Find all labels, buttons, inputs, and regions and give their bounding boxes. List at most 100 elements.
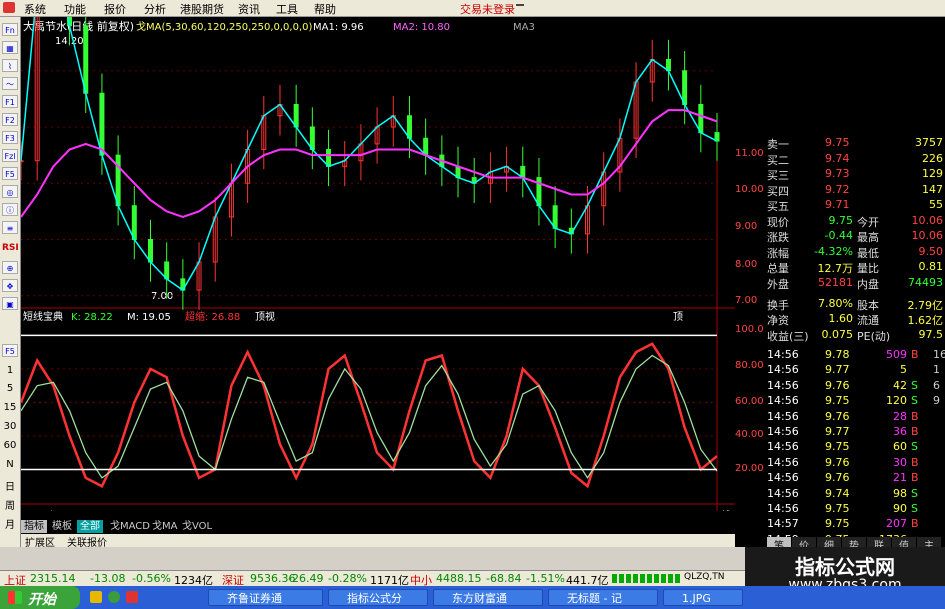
menu-item-hk-futures[interactable]: 港股期货 xyxy=(180,1,224,17)
status-label: 顶视 xyxy=(255,310,275,323)
quick-launch-icon[interactable] xyxy=(108,591,120,603)
toolbar-button[interactable]: Fn xyxy=(2,23,18,36)
stat-value: 9.50 xyxy=(918,244,944,258)
menu-item-help[interactable]: 帮助 xyxy=(314,1,336,17)
trade-row: 14:56 9.76 21 B xyxy=(767,470,945,486)
menu-item-system[interactable]: 系统 xyxy=(24,1,46,17)
period-60[interactable]: 60 xyxy=(2,440,18,451)
task-qilu[interactable]: 齐鲁证券通 xyxy=(208,589,323,606)
trade-volume: 28 xyxy=(893,409,907,423)
toolbar-button[interactable]: ⓘ xyxy=(2,203,18,216)
tab-template[interactable]: 模板 xyxy=(49,520,75,533)
tab-vol[interactable]: 戈VOL xyxy=(179,520,215,533)
y-tick: 7.00 xyxy=(735,295,757,306)
period-5[interactable]: 5 xyxy=(2,383,18,394)
stat-value: 10.06 xyxy=(911,229,944,243)
tab-indicator[interactable]: 指标 xyxy=(21,520,47,533)
trade-row: 14:56 9.75 120 S 9 xyxy=(767,393,945,409)
task-notepad[interactable]: 无标题 - 记 xyxy=(548,589,658,606)
minimize-icon[interactable] xyxy=(516,4,524,6)
toolbar-button[interactable]: F1 xyxy=(2,95,18,108)
toolbar-button[interactable]: ◎ xyxy=(2,185,18,198)
box-icon: ▣ xyxy=(6,300,14,309)
trade-price: 9.75 xyxy=(825,394,850,408)
trade-row: 14:56 9.75 90 S xyxy=(767,501,945,517)
tab-ma[interactable]: 戈MA xyxy=(149,520,180,533)
y-tick: 60.00 xyxy=(735,396,764,407)
toolbar-button[interactable]: F5 xyxy=(2,344,18,357)
period-month[interactable]: 月 xyxy=(2,516,18,531)
list-icon: ≡ xyxy=(6,224,14,233)
menu-item-tools[interactable]: 工具 xyxy=(276,1,298,17)
toolbar-button[interactable]: F3 xyxy=(2,131,18,144)
arrows-icon: ✥ xyxy=(6,282,14,291)
quote-panel: 11.00 10.00 9.00 8.00 7.00 100.0 80.00 6… xyxy=(735,17,945,552)
sz-index-change: -26.49 xyxy=(288,572,324,585)
toolbar-button[interactable]: F2 xyxy=(2,113,18,126)
candle-body xyxy=(406,115,412,139)
login-status[interactable]: 交易未登录 xyxy=(460,1,515,17)
toolbar-button[interactable]: ≡ xyxy=(2,221,18,234)
toolbar-button[interactable]: ⊕ xyxy=(2,261,18,274)
menu-item-analysis[interactable]: 分析 xyxy=(144,1,166,17)
order-price: 9.72 xyxy=(825,182,850,196)
period-n[interactable]: N xyxy=(2,459,18,470)
stat-row: 涨跌 -0.44 最高 10.06 xyxy=(767,228,945,244)
period-day[interactable]: 日 xyxy=(2,478,18,493)
period-15[interactable]: 15 xyxy=(2,402,18,413)
trade-row: 14:56 9.76 30 B xyxy=(767,455,945,471)
order-price: 9.74 xyxy=(825,151,850,165)
trade-price: 9.76 xyxy=(825,378,850,392)
tab-all[interactable]: 全部 xyxy=(77,520,103,533)
trade-direction: S xyxy=(911,378,918,392)
task-formula[interactable]: 指标公式分 xyxy=(328,589,428,606)
info-icon: ⓘ xyxy=(6,206,14,215)
toolbar-button[interactable]: ⌇ xyxy=(2,59,18,72)
extension-tabs: 扩展区 关联报价 xyxy=(21,534,735,549)
toolbar-button[interactable]: ✥ xyxy=(2,279,18,292)
trade-direction: S xyxy=(911,502,918,515)
quick-launch-icon[interactable] xyxy=(90,591,102,603)
trade-row: 14:57 9.75 207 B xyxy=(767,516,945,532)
empty-area xyxy=(0,547,745,570)
chart-area[interactable]: 大禹节水(日线 前复权) 戈MA(5,30,60,120,250,250,0,0… xyxy=(21,17,735,511)
trade-volume: 98 xyxy=(893,486,907,500)
line-icon: 〜 xyxy=(6,80,14,89)
zx-index-change: -68.84 xyxy=(486,572,522,585)
order-volume: 147 xyxy=(922,182,943,196)
tab-macd[interactable]: 戈MACD xyxy=(107,520,153,533)
trade-volume: 60 xyxy=(893,440,907,454)
toolbar-button[interactable]: ▣ xyxy=(2,297,18,310)
menu-item-quote[interactable]: 报价 xyxy=(104,1,126,17)
trade-row: 14:56 9.76 28 B xyxy=(767,409,945,425)
menu-item-news[interactable]: 资讯 xyxy=(238,1,260,17)
server-code: QLZQ,TN xyxy=(684,572,725,582)
toolbar-button[interactable]: ▦ xyxy=(2,41,18,54)
chart-icon: ⌇ xyxy=(8,62,12,71)
stat-value: 97.5 xyxy=(918,327,944,341)
trade-volume: 90 xyxy=(893,502,907,515)
y-tick: 9.00 xyxy=(735,221,757,232)
task-eastmoney[interactable]: 东方财富通 xyxy=(433,589,543,606)
toolbar-button[interactable]: F5 xyxy=(2,167,18,180)
trade-volume: 42 xyxy=(893,378,907,392)
chart-canvas[interactable]: 大禹节水(日线 前复权) 戈MA(5,30,60,120,250,250,0,0… xyxy=(21,17,735,511)
quick-launch-icon[interactable] xyxy=(126,591,138,603)
task-image[interactable]: 1.JPG xyxy=(663,589,743,606)
toolbar-label-rsi[interactable]: RSI xyxy=(2,243,19,253)
trade-direction: B xyxy=(911,471,919,485)
trade-price: 9.75 xyxy=(825,502,850,515)
toolbar-button[interactable]: 〜 xyxy=(2,77,18,90)
menu-item-function[interactable]: 功能 xyxy=(64,1,86,17)
start-button[interactable]: 开始 xyxy=(0,586,80,609)
trade-price: 9.76 xyxy=(825,409,850,423)
period-week[interactable]: 周 xyxy=(2,497,18,512)
period-30[interactable]: 30 xyxy=(2,421,18,432)
y-tick: 80.00 xyxy=(735,360,764,371)
period-1[interactable]: 1 xyxy=(2,365,18,376)
toolbar-button[interactable]: Fzl xyxy=(2,149,18,162)
stat-label: 收益(三) xyxy=(767,329,809,343)
trade-volume: 207 xyxy=(886,517,907,531)
candle-body xyxy=(115,154,121,207)
indicator-tabs: 指标 模板 全部 戈MACD 戈MA 戈VOL xyxy=(21,520,735,534)
